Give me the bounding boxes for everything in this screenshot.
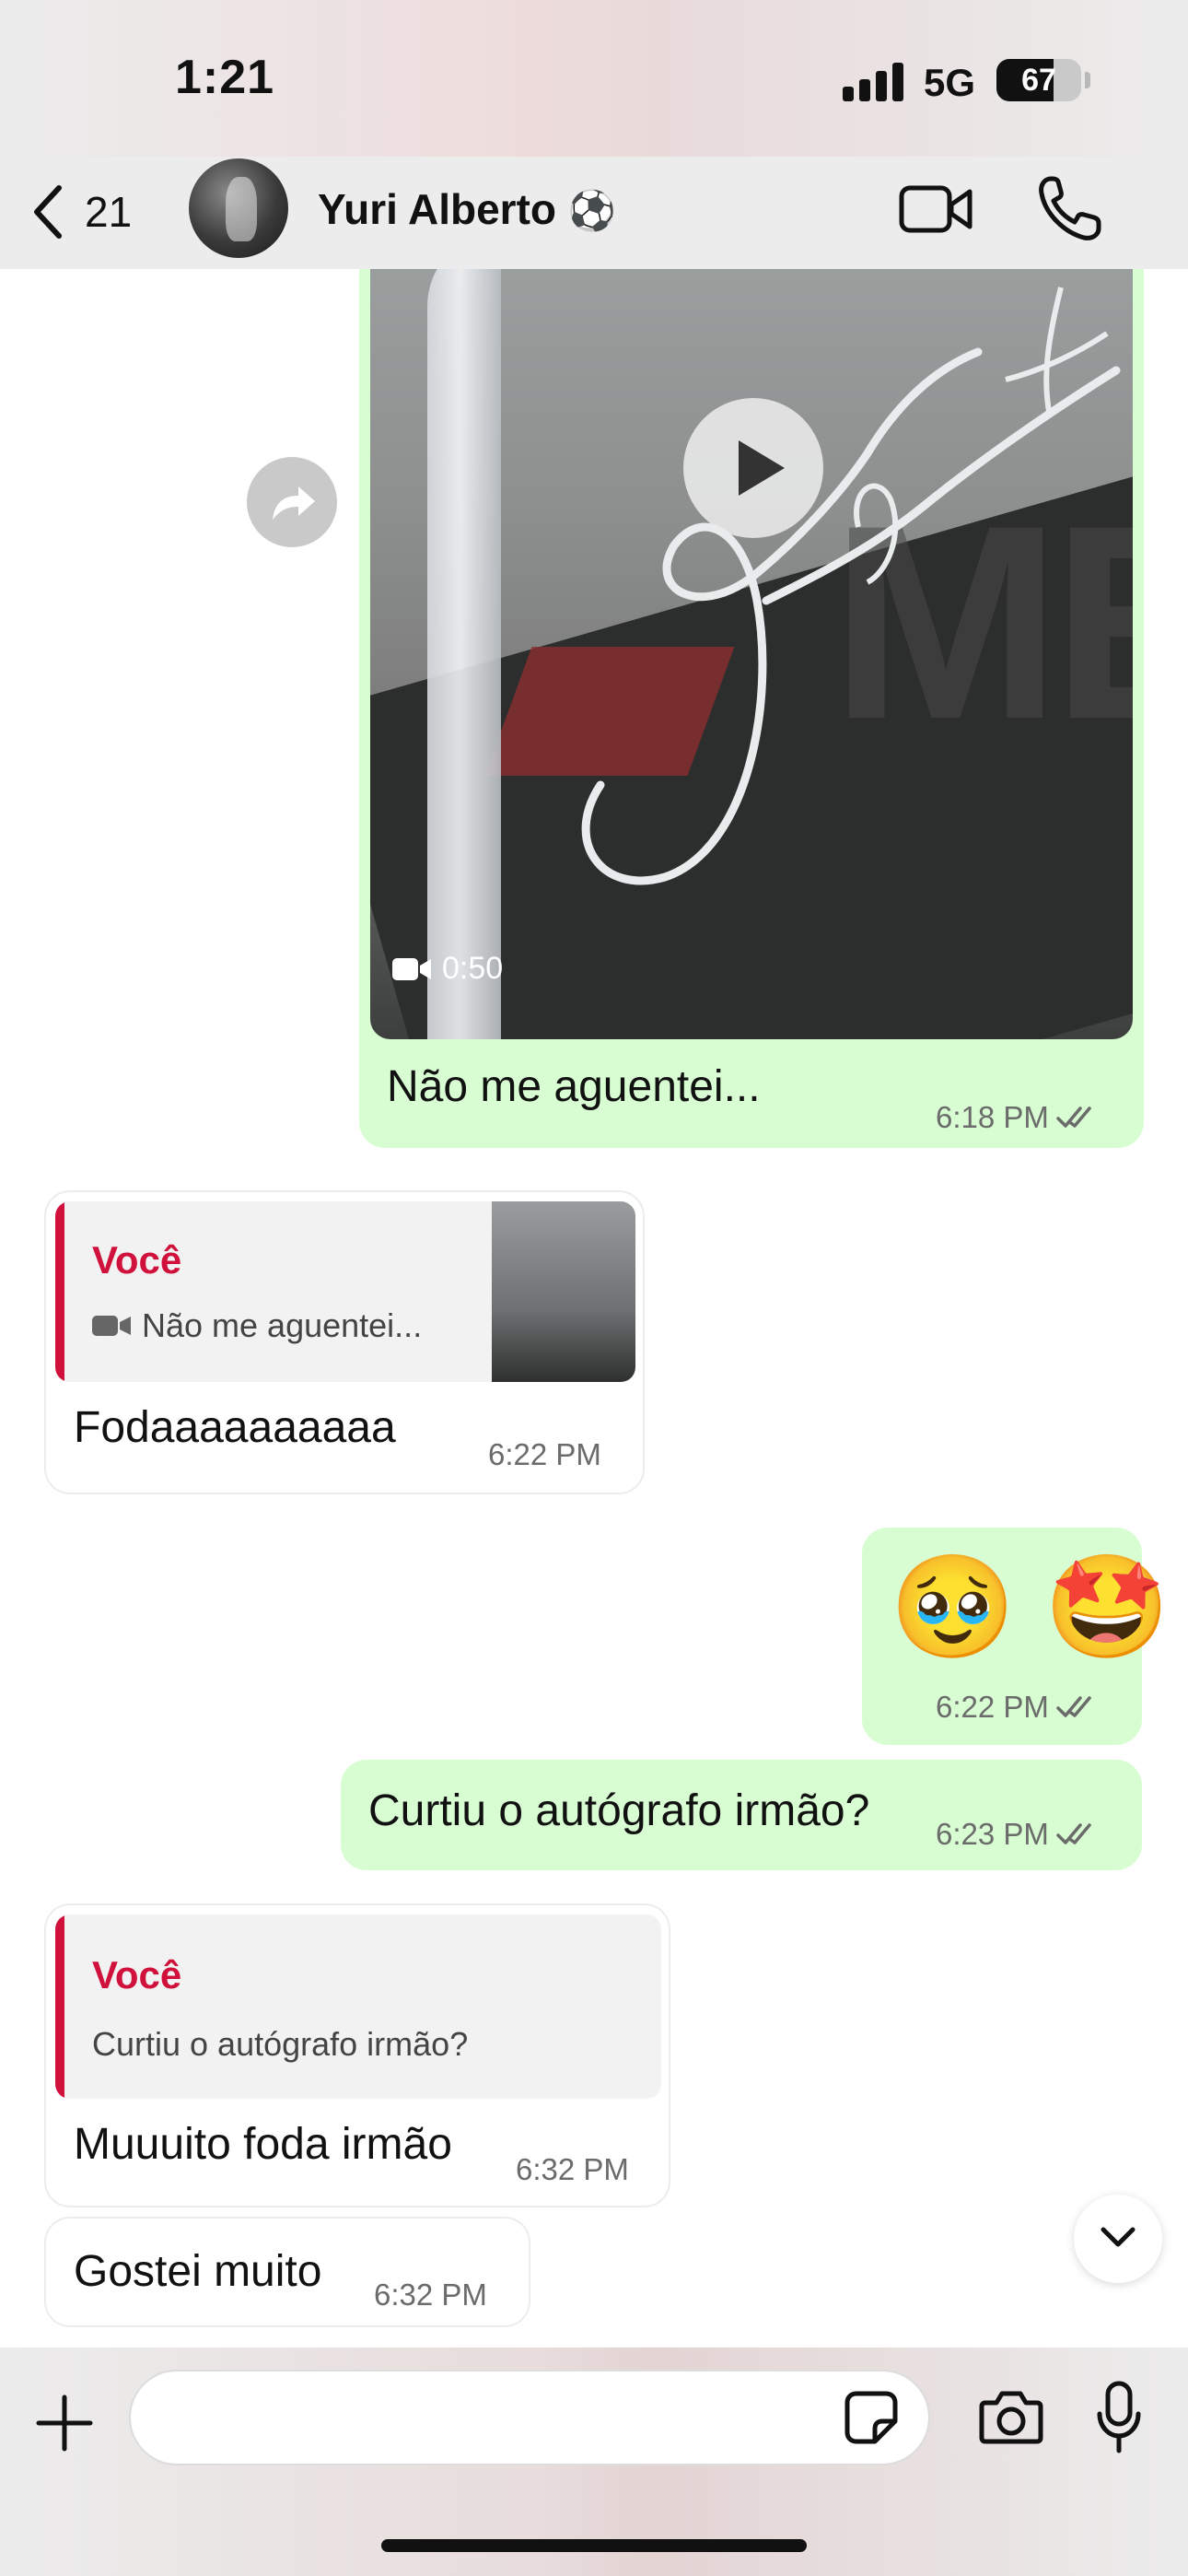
message-time: 6:32 PM xyxy=(374,2277,487,2312)
message-emoji[interactable]: 🥹 🤩 6:22 PM xyxy=(862,1528,1171,1745)
message-meta: 6:23 PM xyxy=(936,1817,1099,1852)
avatar[interactable] xyxy=(189,158,288,258)
message-incoming-reply[interactable]: Você Não me aguentei... Fodaaaaaaaaaa 6:… xyxy=(44,1190,645,1494)
message-video[interactable]: ME 0:50 Não me aguentei... 6:18 PM xyxy=(359,269,1144,1148)
quote-thumbnail xyxy=(492,1201,635,1382)
double-check-icon xyxy=(1056,1823,1091,1844)
message-text: Curtiu o autógrafo irmão? xyxy=(368,1786,870,1835)
message-time: 6:22 PM xyxy=(488,1437,601,1471)
camera-icon[interactable] xyxy=(978,2388,1044,2447)
video-thumbnail[interactable]: ME 0:50 xyxy=(370,269,1133,1039)
contact-emoji: ⚽ xyxy=(567,189,617,232)
video-frame-acrylic xyxy=(427,269,501,1039)
message-meta: 6:18 PM xyxy=(936,1100,1099,1135)
signature-image xyxy=(581,287,1121,885)
message-time: 6:23 PM xyxy=(936,1817,1049,1851)
microphone-icon[interactable] xyxy=(1096,2381,1142,2454)
contact-name-text: Yuri Alberto xyxy=(318,185,556,233)
video-call-icon[interactable] xyxy=(898,177,975,241)
back-chevron-icon xyxy=(34,185,62,239)
message-outgoing-text[interactable]: Curtiu o autógrafo irmão? 6:23 PM xyxy=(341,1760,1142,1870)
chevron-down-icon xyxy=(1101,2227,1136,2247)
unread-count: 21 xyxy=(85,188,133,236)
message-incoming-reply[interactable]: Você Curtiu o autógrafo irmão? Muuuito f… xyxy=(44,1903,670,2207)
message-time: 6:22 PM xyxy=(936,1690,1049,1724)
quote-text: Não me aguentei... xyxy=(92,1306,422,1345)
double-check-icon xyxy=(1056,1107,1091,1128)
quote-text-value: Não me aguentei... xyxy=(142,1306,423,1344)
message-text: Muuuito foda irmão xyxy=(74,2120,452,2169)
status-time: 1:21 xyxy=(175,51,275,104)
quote-accent-bar xyxy=(55,1914,64,2099)
message-text: Fodaaaaaaaaaa xyxy=(74,1403,396,1452)
message-input[interactable] xyxy=(129,2370,930,2465)
battery-icon: 67 xyxy=(996,59,1081,101)
battery-cap xyxy=(1085,72,1090,88)
message-incoming-text[interactable]: Gostei muito 6:32 PM xyxy=(44,2217,530,2327)
back-button[interactable]: 21 xyxy=(28,173,166,251)
forward-button[interactable] xyxy=(247,457,337,547)
status-bar: 1:21 5G 67 xyxy=(0,0,1188,157)
phone-icon[interactable] xyxy=(1036,173,1102,243)
chat-header: 21 Yuri Alberto ⚽ xyxy=(0,157,1188,269)
video-camera-icon xyxy=(92,1316,131,1336)
battery-percent: 67 xyxy=(1021,63,1056,98)
message-time: 6:32 PM xyxy=(516,2152,629,2186)
message-time: 6:18 PM xyxy=(936,1100,1049,1134)
video-caption: Não me aguentei... xyxy=(387,1062,761,1111)
quote-author: Você xyxy=(92,1238,182,1282)
home-indicator[interactable] xyxy=(381,2539,807,2552)
chat-area[interactable]: ME 0:50 Não me aguentei... 6:18 PM NE xyxy=(0,269,1188,2348)
video-duration-text: 0:50 xyxy=(442,951,504,986)
emoji-text: 🥹 🤩 xyxy=(890,1551,1171,1664)
contact-name[interactable]: Yuri Alberto ⚽ xyxy=(318,184,616,234)
play-button[interactable] xyxy=(683,398,823,538)
message-meta: 6:22 PM xyxy=(936,1690,1099,1725)
quote-accent-bar xyxy=(55,1201,64,1382)
double-check-icon xyxy=(1056,1696,1091,1717)
quote-text: Curtiu o autógrafo irmão? xyxy=(92,2025,469,2063)
quote-author: Você xyxy=(92,1953,182,1996)
signal-icon xyxy=(843,61,905,101)
scroll-to-bottom-button[interactable] xyxy=(1074,2195,1162,2283)
sticker-icon[interactable] xyxy=(844,2390,899,2445)
plus-icon[interactable] xyxy=(35,2394,94,2453)
video-camera-icon xyxy=(392,957,431,980)
forward-icon xyxy=(273,486,315,520)
message-text: Gostei muito xyxy=(74,2247,322,2296)
network-type: 5G xyxy=(924,61,976,104)
quoted-message[interactable]: Você Não me aguentei... xyxy=(55,1201,635,1382)
video-duration: 0:50 xyxy=(392,951,503,987)
quoted-message[interactable]: Você Curtiu o autógrafo irmão? xyxy=(55,1914,661,2099)
